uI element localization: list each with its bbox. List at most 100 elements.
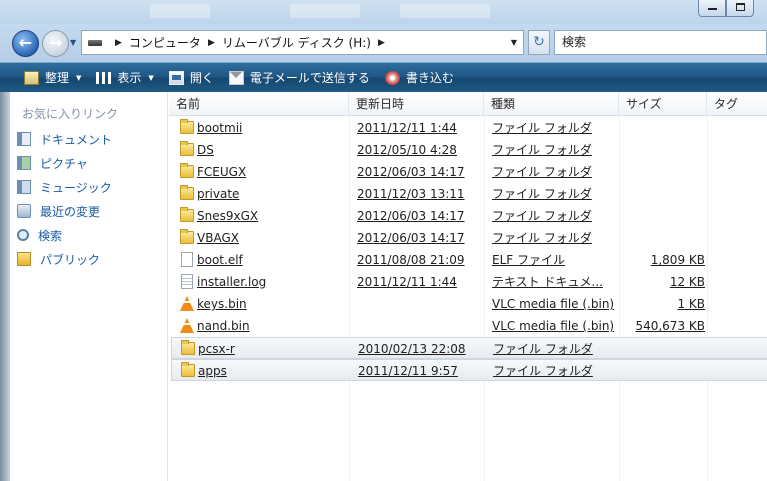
views-icon — [96, 71, 112, 84]
blurred-taskbar-item — [400, 4, 490, 18]
file-type: ファイル フォルダ — [492, 143, 592, 157]
column-header-name[interactable]: 名前 — [169, 92, 349, 116]
address-bar[interactable]: ▶ コンピュータ ▶ リムーバブル ディスク (H:) ▶ ▼ — [81, 30, 524, 55]
blurred-taskbar-item — [150, 4, 210, 18]
file-row[interactable]: Snes9xGX 2012/06/03 14:17 ファイル フォルダ — [171, 205, 767, 227]
file-type: ファイル フォルダ — [492, 231, 592, 245]
refresh-button[interactable]: ↻ — [528, 30, 550, 55]
email-button[interactable]: 電子メールで送信する — [223, 66, 376, 90]
burn-button[interactable]: 書き込む — [379, 66, 460, 90]
file-name: apps — [198, 364, 227, 378]
file-size — [623, 227, 705, 249]
breadcrumb-removable-disk[interactable]: リムーバブル ディスク (H:) — [222, 34, 371, 51]
text-file-icon — [181, 274, 193, 289]
file-name: VBAGX — [197, 231, 239, 245]
file-size: 1,809 KB — [650, 253, 705, 267]
file-row[interactable]: installer.log 2011/12/11 1:44 テキスト ドキュメ...… — [171, 271, 767, 293]
open-button[interactable]: 開く — [163, 66, 220, 90]
column-header-size[interactable]: サイズ — [619, 92, 707, 116]
search-input[interactable]: 検索 — [554, 30, 767, 55]
file-size — [623, 117, 705, 139]
command-bar: 整理 ▼ 表示 ▼ 開く 電子メールで送信する 書き込む — [0, 62, 767, 92]
vlc-cone-icon — [180, 318, 194, 333]
file-type: ファイル フォルダ — [492, 187, 592, 201]
history-dropdown-icon[interactable]: ▼ — [70, 38, 78, 48]
navigation-pane: お気に入りリンク ドキュメント ピクチャ ミュージック 最近の変更 検索 パブリ… — [0, 92, 168, 481]
file-row[interactable]: boot.elf 2011/08/08 21:09 ELF ファイル 1,809 KB — [171, 249, 767, 271]
column-header-tags[interactable]: タグ — [707, 92, 767, 116]
file-type: VLC media file (.bin) — [492, 297, 615, 311]
file-row[interactable]: keys.bin VLC media file (.bin) 1 KB — [171, 293, 767, 315]
file-name: keys.bin — [197, 297, 247, 311]
burn-disc-icon — [384, 70, 400, 85]
file-modified: 2012/06/03 14:17 — [357, 209, 465, 223]
column-header-type[interactable]: 種類 — [484, 92, 619, 116]
file-row[interactable]: FCEUGX 2012/06/03 14:17 ファイル フォルダ — [171, 161, 767, 183]
file-type: ファイル フォルダ — [492, 209, 592, 223]
refresh-icon: ↻ — [533, 34, 545, 50]
file-name: FCEUGX — [197, 165, 247, 179]
burn-label: 書き込む — [405, 71, 454, 85]
sidebar-item-pictures[interactable]: ピクチャ — [17, 153, 88, 173]
folder-icon — [180, 141, 194, 156]
folder-icon — [181, 362, 195, 377]
maximize-button[interactable] — [726, 0, 754, 17]
file-row[interactable]: DS 2012/05/10 4:28 ファイル フォルダ — [171, 139, 767, 161]
open-icon — [168, 70, 184, 85]
file-type: VLC media file (.bin) — [492, 319, 615, 333]
back-button[interactable]: ← — [12, 30, 39, 57]
file-modified — [357, 293, 485, 315]
file-type: ELF ファイル — [492, 253, 565, 267]
file-name: boot.elf — [197, 253, 243, 267]
sidebar-item-label: 最近の変更 — [40, 204, 101, 219]
sidebar-item-search[interactable]: 検索 — [17, 225, 62, 245]
file-row[interactable]: private 2011/12/03 13:11 ファイル フォルダ — [171, 183, 767, 205]
file-modified: 2010/02/13 22:08 — [358, 342, 466, 356]
column-header-modified[interactable]: 更新日時 — [349, 92, 484, 116]
folder-icon — [181, 340, 195, 355]
file-size: 540,673 KB — [635, 319, 705, 333]
organize-button[interactable]: 整理 ▼ — [18, 66, 87, 90]
address-dropdown-icon[interactable]: ▼ — [511, 38, 517, 47]
breadcrumb-computer[interactable]: コンピュータ — [129, 34, 201, 51]
sidebar-item-music[interactable]: ミュージック — [17, 177, 112, 197]
blurred-taskbar-item — [290, 4, 360, 18]
file-size — [623, 205, 705, 227]
navigation-bar: ← → ▼ ▶ コンピュータ ▶ リムーバブル ディスク (H:) ▶ ▼ ↻ … — [0, 24, 767, 62]
folder-icon — [180, 119, 194, 134]
recent-changes-icon — [17, 204, 31, 218]
file-row[interactable]: bootmii 2011/12/11 1:44 ファイル フォルダ — [171, 117, 767, 139]
documents-icon — [17, 132, 31, 146]
file-size — [623, 161, 705, 183]
file-list: 名前 更新日時 種類 サイズ タグ bootmii 2011/12/11 1:44… — [169, 92, 767, 481]
views-button[interactable]: 表示 ▼ — [90, 66, 159, 90]
minimize-button[interactable] — [698, 0, 726, 17]
sidebar-item-recent-changes[interactable]: 最近の変更 — [17, 201, 100, 221]
sidebar-item-label: パブリック — [40, 252, 101, 267]
breadcrumb-separator-icon[interactable]: ▶ — [208, 38, 215, 48]
file-row[interactable]: VBAGX 2012/06/03 14:17 ファイル フォルダ — [171, 227, 767, 249]
file-row[interactable]: nand.bin VLC media file (.bin) 540,673 KB — [171, 315, 767, 337]
forward-button[interactable]: → — [42, 30, 69, 57]
file-type: テキスト ドキュメ... — [492, 275, 603, 289]
maximize-icon — [735, 3, 745, 11]
pictures-icon — [17, 156, 31, 170]
file-row[interactable]: pcsx-r 2010/02/13 22:08 ファイル フォルダ — [171, 337, 767, 359]
column-headers: 名前 更新日時 種類 サイズ タグ — [169, 92, 767, 116]
file-name: pcsx-r — [198, 342, 235, 356]
file-name: installer.log — [197, 275, 267, 289]
folder-icon — [180, 229, 194, 244]
file-modified: 2012/05/10 4:28 — [357, 143, 457, 157]
file-row[interactable]: apps 2011/12/11 9:57 ファイル フォルダ — [171, 359, 767, 381]
sidebar-item-documents[interactable]: ドキュメント — [17, 129, 112, 149]
breadcrumb-separator-icon[interactable]: ▶ — [115, 38, 122, 48]
back-arrow-icon: ← — [18, 33, 33, 52]
file-type: ファイル フォルダ — [493, 364, 593, 378]
sidebar-item-label: ピクチャ — [40, 156, 88, 171]
sidebar-item-public[interactable]: パブリック — [17, 249, 100, 269]
file-modified — [357, 315, 485, 337]
views-label: 表示 — [117, 71, 142, 85]
breadcrumb-separator-icon[interactable]: ▶ — [378, 38, 385, 48]
file-size — [624, 338, 706, 360]
folder-icon — [180, 163, 194, 178]
